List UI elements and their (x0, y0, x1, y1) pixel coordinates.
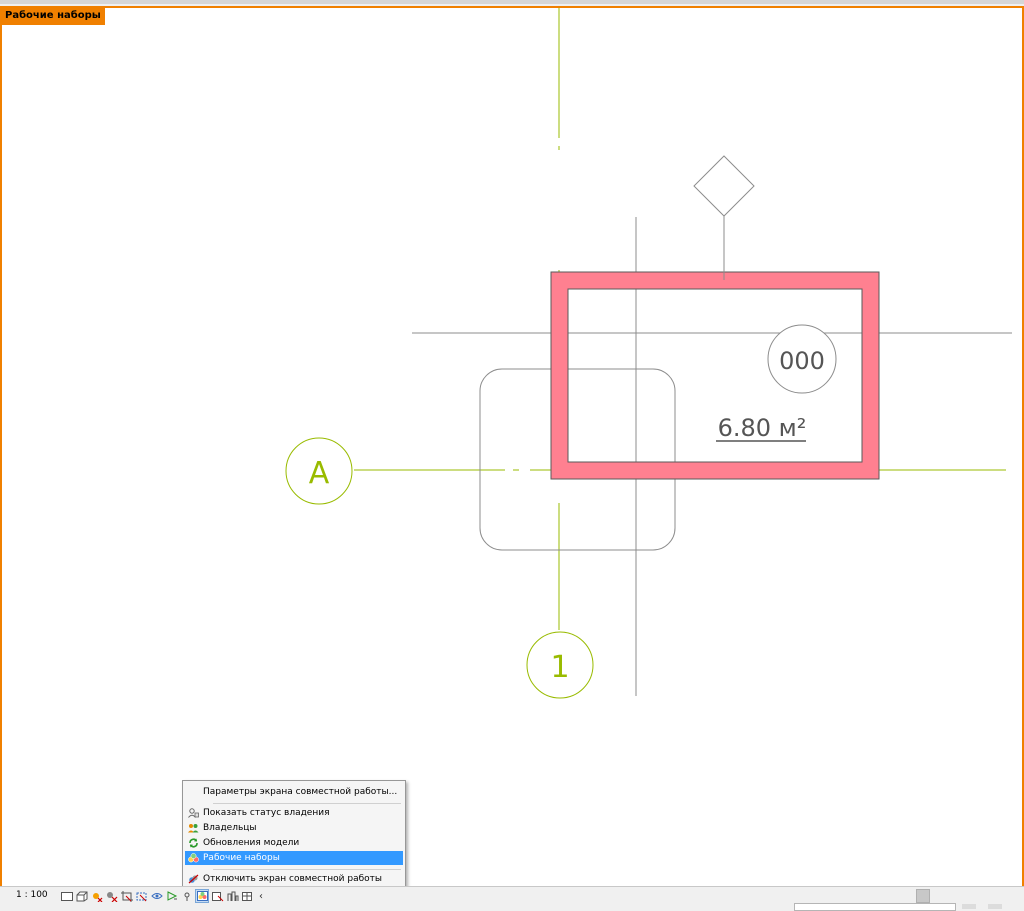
highlight-displacement-icon[interactable] (211, 890, 224, 903)
scrollbar-thumb[interactable] (916, 889, 930, 903)
room-number-text[interactable]: 000 (779, 347, 825, 375)
top-strip (0, 0, 1024, 4)
menu-separator (213, 869, 401, 870)
menu-item-disable-display[interactable]: Отключить экран совместной работы (185, 872, 403, 886)
status-indicator (962, 904, 976, 909)
view-control-bar: 1 : 100 ‹ (0, 886, 1024, 911)
view-scale[interactable]: 1 : 100 (16, 890, 48, 900)
grid-label-1: 1 (550, 650, 569, 685)
crop-view-icon[interactable] (120, 890, 133, 903)
temporary-hide-icon[interactable] (150, 890, 163, 903)
analytical-icon[interactable] (180, 890, 193, 903)
rounded-outline-element[interactable] (479, 368, 676, 551)
menu-separator (213, 803, 401, 804)
worksets-icon (188, 853, 199, 863)
sun-path-icon[interactable] (90, 890, 103, 903)
expand-arrow-icon[interactable]: ‹ (259, 891, 263, 902)
status-indicator (988, 904, 1002, 909)
menu-item-owners[interactable]: Владельцы (185, 821, 403, 835)
disable-display-icon (188, 874, 199, 884)
shadows-icon[interactable] (105, 890, 118, 903)
menu-item-worksharing-settings[interactable]: Параметры экрана совместной работы... (185, 785, 403, 799)
worksharing-display-menu[interactable]: Параметры экрана совместной работы... По… (182, 780, 406, 888)
floor-plan-canvas[interactable]: A 1 000 6.80 м² (2, 8, 1022, 886)
reveal-hidden-icon[interactable] (165, 890, 178, 903)
model-updates-icon (188, 838, 199, 848)
detail-level-icon[interactable] (60, 890, 73, 903)
reveal-constraints-icon[interactable] (226, 890, 239, 903)
grid-label-a: A (309, 456, 330, 491)
drawing-viewport[interactable]: Рабочие наборы A 1 000 6.80 м² (0, 6, 1024, 888)
worksharing-display-icon[interactable] (195, 889, 209, 903)
menu-item-worksets[interactable]: Рабочие наборы (185, 851, 403, 865)
menu-item-ownership-status[interactable]: Показать статус владения (185, 806, 403, 820)
menu-item-model-updates[interactable]: Обновления модели (185, 836, 403, 850)
ownership-status-icon (188, 808, 199, 818)
owners-icon (188, 823, 199, 833)
status-field[interactable] (794, 903, 956, 911)
design-options-icon[interactable] (241, 890, 254, 903)
elevation-marker[interactable] (693, 155, 755, 280)
show-crop-icon[interactable] (135, 890, 148, 903)
room-area-text[interactable]: 6.80 м² (718, 414, 807, 442)
visual-style-icon[interactable] (75, 890, 88, 903)
view-control-icons: ‹ (60, 888, 263, 904)
